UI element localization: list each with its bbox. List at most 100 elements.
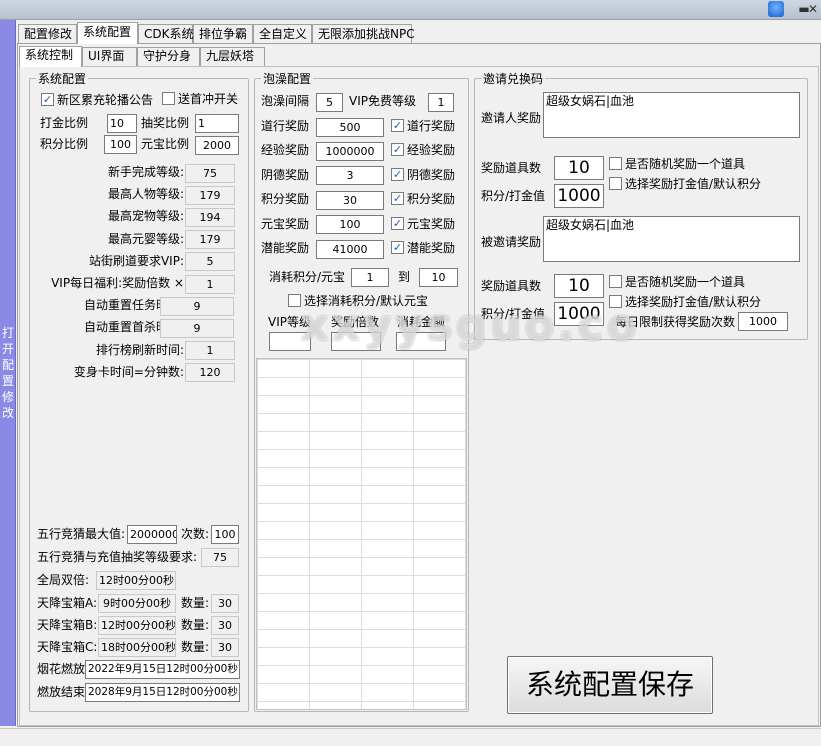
sys-row-input[interactable]: 179	[185, 230, 235, 250]
sys-row-input[interactable]: 120	[185, 363, 235, 383]
sys-row-input[interactable]: 1	[185, 341, 235, 361]
fireworks-time-input[interactable]: 2022年9月15日12时00分00秒	[85, 660, 240, 679]
bath-row-checkbox[interactable]: ✓ 元宝奖励	[391, 216, 455, 232]
wuxing-max-input[interactable]: 20000000	[127, 525, 177, 544]
subtab-tower[interactable]: 九层妖塔	[200, 47, 265, 66]
sys-row-input[interactable]: 1	[185, 274, 235, 294]
yuanbao-ratio-input[interactable]: 2000	[195, 136, 239, 155]
consume-from-input[interactable]: 1	[351, 268, 389, 287]
item-count-label-2: 奖励道具数	[481, 279, 542, 293]
save-config-button[interactable]: 系统配置保存	[507, 656, 713, 714]
fireworks-label: 烟花燃放	[37, 662, 86, 676]
chest-time-input[interactable]: 9时00分00秒	[98, 594, 176, 613]
vip-free-input[interactable]: 1	[428, 93, 454, 112]
bath-row-input[interactable]: 1000000	[316, 141, 384, 161]
consume-label: 消耗积分/元宝	[269, 270, 346, 284]
count-label: 次数:	[181, 527, 210, 541]
random-item-checkbox[interactable]: 是否随机奖励一个道具	[609, 156, 745, 172]
bath-row-checkbox[interactable]: ✓ 潜能奖励	[391, 240, 455, 256]
check-icon: ✓	[391, 192, 404, 206]
bath-row-input[interactable]: 100	[316, 215, 384, 235]
tab-config-edit[interactable]: 配置修改	[18, 24, 77, 44]
consume-amount-new-input[interactable]	[396, 332, 446, 351]
chest-time-input[interactable]: 18时00分00秒	[98, 638, 176, 657]
tab-add-npc[interactable]: 无限添加挑战NPC	[312, 24, 415, 44]
bath-row-label: 道行奖励	[261, 119, 310, 133]
first-recharge-checkbox[interactable]: 送首冲开关	[162, 91, 238, 107]
subtab-guardian[interactable]: 守护分身	[137, 47, 200, 66]
fireworks-end-label: 燃放结束	[37, 685, 86, 699]
bath-row-label: 积分奖励	[261, 192, 310, 207]
chest-qty-input[interactable]: 30	[211, 638, 239, 657]
count-input[interactable]: 100	[211, 525, 239, 544]
daily-limit-label: 每日限制获得奖励次数	[615, 315, 736, 329]
gold-points-checkbox-2[interactable]: 选择奖励打金值/默认积分	[609, 294, 761, 310]
check-icon: ✓	[391, 143, 404, 157]
bath-row-input[interactable]: 30	[316, 190, 384, 210]
sys-row-input[interactable]: 5	[185, 252, 235, 272]
check-icon: ✓	[391, 216, 404, 230]
sys-row-label: 变身卡时间=分钟数:	[73, 364, 184, 379]
points-input-2[interactable]: 1000	[554, 302, 604, 326]
bath-row-input[interactable]: 3	[316, 166, 384, 186]
random-item-checkbox-2[interactable]: 是否随机奖励一个道具	[609, 274, 745, 290]
sys-row-input[interactable]: 75	[185, 163, 235, 183]
daily-limit-input[interactable]: 1000	[738, 312, 788, 331]
sys-row-input[interactable]: 179	[185, 185, 235, 205]
bath-interval-input[interactable]: 5	[316, 93, 343, 112]
wuxing-level-input[interactable]: 75	[201, 548, 239, 567]
consume-to-input[interactable]: 10	[419, 268, 458, 287]
close-icon[interactable]: ✕	[806, 1, 820, 17]
sys-row-input[interactable]: 194	[185, 207, 235, 227]
sys-row-input[interactable]: 9	[160, 318, 234, 338]
sidebar-label: 打开配置修改	[1, 326, 14, 420]
bath-row-checkbox[interactable]: ✓ 经验奖励	[391, 142, 455, 158]
chest-time-input[interactable]: 12时00分00秒	[98, 616, 176, 635]
chest-label: 天降宝箱C:	[37, 640, 98, 654]
gold-points-checkbox[interactable]: 选择奖励打金值/默认积分	[609, 176, 761, 192]
fireworks-end-input[interactable]: 2028年9月15日12时00分00秒	[85, 683, 240, 702]
subtab-system-control[interactable]: 系统控制	[19, 46, 82, 67]
double-time-input[interactable]: 12时00分00秒	[96, 571, 176, 590]
bath-row-input[interactable]: 500	[316, 117, 384, 137]
double-label: 全局双倍:	[37, 573, 90, 587]
bath-row-checkbox[interactable]: ✓ 道行奖励	[391, 118, 455, 134]
bath-row-checkbox[interactable]: ✓ 阴德奖励	[391, 167, 455, 183]
sys-row-label: 新手完成等级:	[107, 165, 184, 179]
vip-free-label: VIP免费等级	[349, 94, 416, 108]
chest-qty-input[interactable]: 30	[211, 594, 239, 613]
consume-checkbox[interactable]: 选择消耗积分/默认元宝	[288, 293, 428, 309]
vip-level-new-input[interactable]	[269, 332, 311, 351]
item-count-input[interactable]: 10	[554, 156, 604, 180]
checkbox-empty-icon	[162, 92, 175, 105]
reward-multiplier-new-input[interactable]	[331, 332, 381, 351]
invitee-reward-textarea[interactable]: 超级女娲石|血池	[543, 216, 800, 262]
points-label: 积分/打金值	[481, 189, 546, 203]
check-icon: ✓	[391, 167, 404, 181]
item-count-input-2[interactable]: 10	[554, 274, 604, 298]
tab-system-config[interactable]: 系统配置	[77, 22, 138, 44]
lottery-ratio-input[interactable]: 1	[195, 114, 239, 133]
lottery-ratio-label: 抽奖比例	[141, 116, 190, 130]
points-ratio-input[interactable]: 100	[104, 135, 137, 154]
points-ratio-label: 积分比例	[40, 137, 89, 151]
bath-config-legend: 泡澡配置	[261, 72, 314, 86]
tab-custom[interactable]: 全自定义	[253, 24, 312, 44]
points-input[interactable]: 1000	[554, 184, 604, 208]
tab-rank-battle[interactable]: 排位争霸	[193, 24, 253, 44]
bath-row-checkbox[interactable]: ✓ 积分奖励	[391, 191, 455, 207]
gold-ratio-input[interactable]: 10	[107, 114, 137, 133]
inviter-reward-textarea[interactable]: 超级女娲石|血池	[543, 92, 800, 138]
item-count-label: 奖励道具数	[481, 161, 542, 175]
chest-qty-label: 数量:	[181, 640, 210, 654]
sys-row-input[interactable]: 9	[160, 296, 234, 316]
check-icon: ✓	[391, 119, 404, 132]
subtab-ui[interactable]: UI界面	[82, 47, 137, 66]
announce-checkbox[interactable]: ✓ 新区累充轮播公告	[41, 92, 153, 108]
tab-cdk-system[interactable]: CDK系统	[138, 24, 194, 44]
chest-qty-input[interactable]: 30	[211, 616, 239, 635]
chest-qty-label: 数量:	[181, 596, 210, 610]
checkbox-empty-icon	[288, 294, 301, 307]
bath-row-input[interactable]: 41000	[316, 239, 384, 259]
vip-reward-table[interactable]	[256, 358, 467, 710]
